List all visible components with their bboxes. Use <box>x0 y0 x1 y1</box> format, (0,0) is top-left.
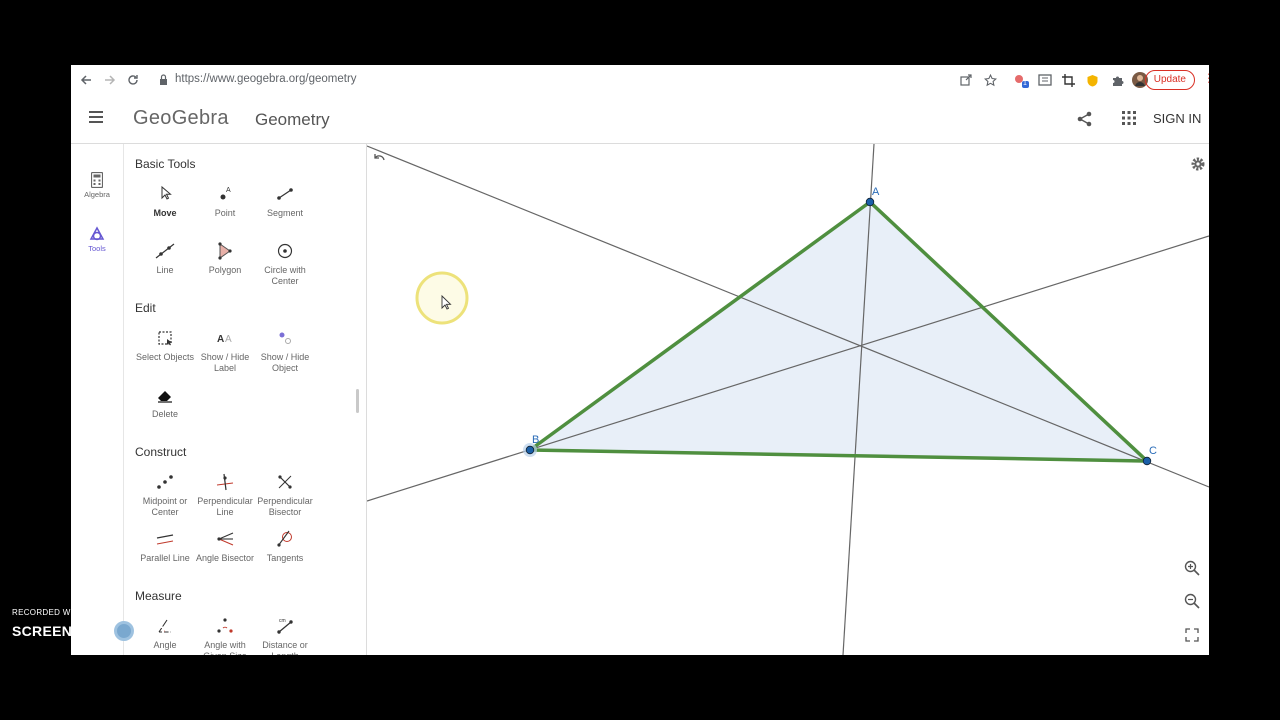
svg-text:A: A <box>226 187 231 194</box>
triangle-fill[interactable] <box>530 202 1147 461</box>
extension-badge-icon[interactable]: 1 <box>1013 72 1029 88</box>
graphics-canvas[interactable]: A B C <box>367 144 1209 655</box>
zoom-in-icon[interactable] <box>1183 559 1201 577</box>
svg-text:cm: cm <box>279 618 286 624</box>
tool-parallel-line[interactable]: Parallel Line <box>135 529 195 564</box>
update-button[interactable]: Update <box>1144 70 1195 90</box>
tool-angle-with-given-size[interactable]: Angle with Given Size <box>195 616 255 655</box>
watermark-line1: RECORDED WITH <box>12 608 85 617</box>
back-arrow-icon[interactable] <box>76 70 96 90</box>
distance-icon: cm <box>277 618 293 634</box>
tool-move[interactable]: Move <box>135 184 195 219</box>
tool-line[interactable]: Line <box>135 241 195 276</box>
section-edit: Edit <box>135 301 156 315</box>
share-icon[interactable] <box>1076 110 1094 128</box>
line-icon <box>155 243 175 259</box>
point-c-label: C <box>1149 445 1157 457</box>
rail-item-algebra[interactable]: Algebra <box>71 172 123 199</box>
undo-icon[interactable] <box>372 152 386 166</box>
parallel-line-icon <box>156 534 174 545</box>
section-measure: Measure <box>135 589 182 603</box>
svg-text:A: A <box>225 334 232 345</box>
crop-extension-icon[interactable] <box>1060 72 1076 88</box>
tool-show-hide-label[interactable]: AA Show / Hide Label <box>195 328 255 374</box>
tool-select-objects[interactable]: Select Objects <box>135 328 195 363</box>
tool-point[interactable]: A Point <box>195 184 255 219</box>
tool-perpendicular-line[interactable]: Perpendicular Line <box>195 472 255 518</box>
tool-circle-with-center[interactable]: Circle with Center <box>255 241 315 287</box>
midpoint-icon <box>157 475 173 489</box>
app-title: Geometry <box>255 110 330 129</box>
share-page-icon[interactable] <box>958 72 974 88</box>
tool-segment[interactable]: Segment <box>255 184 315 219</box>
shield-extension-icon[interactable] <box>1084 72 1100 88</box>
svg-text:A: A <box>217 334 224 345</box>
tool-polygon[interactable]: Polygon <box>195 241 255 276</box>
view-rail: Algebra Tools <box>71 144 124 655</box>
forward-arrow-icon[interactable] <box>100 70 120 90</box>
point-icon: A <box>220 187 231 200</box>
segment-icon <box>277 188 293 200</box>
object-toggle-icon <box>279 332 291 344</box>
tools-icon <box>89 226 105 241</box>
point-b-label: B <box>532 434 539 446</box>
gear-icon[interactable] <box>1190 156 1206 172</box>
lock-icon <box>160 74 167 85</box>
tools-scrollbar[interactable] <box>356 389 359 413</box>
menu-icon[interactable] <box>89 111 103 123</box>
circle-center-icon <box>277 243 293 259</box>
url-field[interactable]: https://www.geogebra.org/geometry <box>175 73 357 85</box>
polygon-icon <box>218 242 232 260</box>
label-toggle-icon: AA <box>217 334 232 345</box>
zoom-out-icon[interactable] <box>1183 592 1201 610</box>
rail-label-algebra: Algebra <box>84 190 110 199</box>
point-c[interactable] <box>1142 456 1152 466</box>
media-extension-icon[interactable] <box>1037 72 1053 88</box>
eraser-icon <box>158 391 172 403</box>
sign-in-button[interactable]: SIGN IN <box>1153 111 1201 126</box>
perpendicular-bisector-icon <box>278 475 292 489</box>
screencast-logo-icon <box>114 621 135 641</box>
tool-tangents[interactable]: Tangents <box>255 529 315 564</box>
select-box-icon <box>158 331 173 346</box>
fullscreen-icon[interactable] <box>1183 626 1201 644</box>
screencast-watermark: RECORDED WITH SCREENCAST MATIC <box>12 608 182 641</box>
point-b[interactable] <box>525 445 535 455</box>
extension-badge-count: 1 <box>1023 80 1027 87</box>
cursor-arrow-icon <box>161 185 172 200</box>
calculator-icon <box>91 172 103 188</box>
tool-show-hide-object[interactable]: Show / Hide Object <box>255 328 315 374</box>
section-basic-tools: Basic Tools <box>135 157 196 171</box>
app-header: GeoGebra Geometry SIGN IN <box>71 95 1209 144</box>
tool-delete[interactable]: Delete <box>135 385 195 420</box>
reload-icon[interactable] <box>123 70 143 90</box>
rail-item-tools[interactable]: Tools <box>71 226 123 253</box>
tangents-icon <box>277 530 292 547</box>
browser-toolbar: https://www.geogebra.org/geometry 1 Upda… <box>71 65 1209 96</box>
angle-given-size-icon <box>217 618 233 633</box>
watermark-line2: SCREENCAST MATIC <box>12 621 183 641</box>
more-options-icon[interactable]: ⋮ <box>1203 71 1209 85</box>
tool-distance-or-length[interactable]: cm Distance or Length <box>255 616 315 655</box>
tools-panel: Basic Tools Move A Point Segment Line Po… <box>124 144 367 655</box>
perpendicular-line-icon <box>216 473 234 491</box>
puzzle-extension-icon[interactable] <box>1109 72 1125 88</box>
apps-grid-icon[interactable] <box>1122 111 1136 125</box>
tool-midpoint-or-center[interactable]: Midpoint or Center <box>135 472 195 518</box>
browser-window: https://www.geogebra.org/geometry 1 Upda… <box>71 65 1209 655</box>
rail-label-tools: Tools <box>88 244 106 253</box>
point-a[interactable] <box>865 197 875 207</box>
point-a-label: A <box>872 186 880 198</box>
geogebra-logo[interactable]: GeoGebra <box>133 107 229 130</box>
tool-perpendicular-bisector[interactable]: Perpendicular Bisector <box>255 472 315 518</box>
bookmark-star-icon[interactable] <box>982 72 998 88</box>
tool-angle-bisector[interactable]: Angle Bisector <box>195 529 255 564</box>
angle-bisector-icon <box>217 532 234 546</box>
construction-svg: A B C <box>367 144 1209 655</box>
section-construct: Construct <box>135 445 187 459</box>
